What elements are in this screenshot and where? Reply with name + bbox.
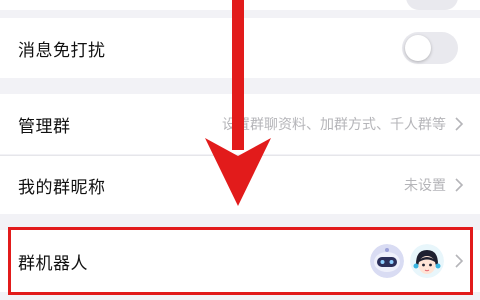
do-not-disturb-toggle[interactable] [402,32,458,64]
girl-avatar [410,244,444,278]
manage-group-value: 设置群聊资料、加群方式、千人群等 [222,117,446,133]
toggle-knob [405,35,431,61]
settings-row-group-robot[interactable]: 群机器人 [0,230,480,292]
settings-row-partial [0,0,480,10]
settings-row-my-nickname[interactable]: 我的群昵称 未设置 [0,156,480,214]
chevron-right-icon [455,117,464,131]
toggle-partial[interactable] [406,0,458,10]
do-not-disturb-label: 消息免打扰 [18,40,106,61]
my-nickname-label: 我的群昵称 [18,177,106,198]
group-robot-label: 群机器人 [18,253,88,274]
settings-row-do-not-disturb[interactable]: 消息免打扰 [0,18,480,78]
robot-avatar [370,244,404,278]
manage-group-label: 管理群 [18,116,71,137]
chevron-right-icon [455,254,464,268]
chevron-right-icon [455,178,464,192]
settings-row-manage-group[interactable]: 管理群 设置群聊资料、加群方式、千人群等 [0,94,480,154]
my-nickname-value: 未设置 [404,178,446,194]
